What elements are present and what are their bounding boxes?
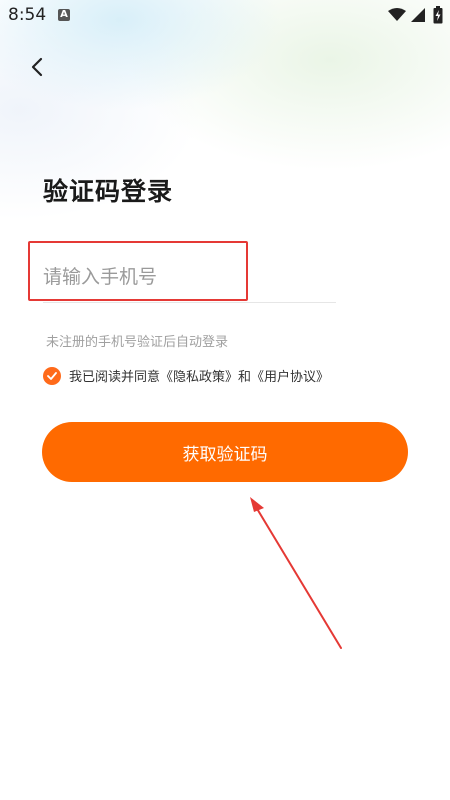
login-screen: 8:54 A 验证码登录 未注册的手机号验证后自动登录 我已阅读并同意	[0, 0, 450, 800]
notification-a-icon: A	[58, 9, 70, 21]
status-bar: 8:54 A	[0, 0, 450, 32]
agreement-checkbox[interactable]	[43, 366, 61, 385]
phone-input-container	[43, 252, 336, 303]
agreement-conjunction: 和	[238, 370, 252, 385]
back-button[interactable]	[22, 52, 52, 82]
register-hint: 未注册的手机号验证后自动登录	[46, 335, 229, 350]
agreement-text: 我已阅读并同意《隐私政策》和《用户协议》	[69, 366, 329, 385]
checkmark-icon	[47, 371, 57, 380]
chevron-left-icon	[31, 57, 43, 77]
user-agreement-link[interactable]: 《用户协议》	[251, 370, 329, 385]
agreement-row: 我已阅读并同意《隐私政策》和《用户协议》	[43, 366, 329, 385]
page-title: 验证码登录	[43, 177, 174, 206]
wifi-icon	[388, 8, 406, 21]
status-time: 8:54	[8, 5, 47, 25]
signal-icon	[411, 8, 425, 22]
get-code-button[interactable]: 获取验证码	[42, 422, 408, 482]
privacy-policy-link[interactable]: 《隐私政策》	[160, 370, 238, 385]
agreement-prefix: 我已阅读并同意	[69, 370, 161, 385]
battery-icon	[433, 6, 443, 24]
phone-input[interactable]	[43, 260, 243, 294]
